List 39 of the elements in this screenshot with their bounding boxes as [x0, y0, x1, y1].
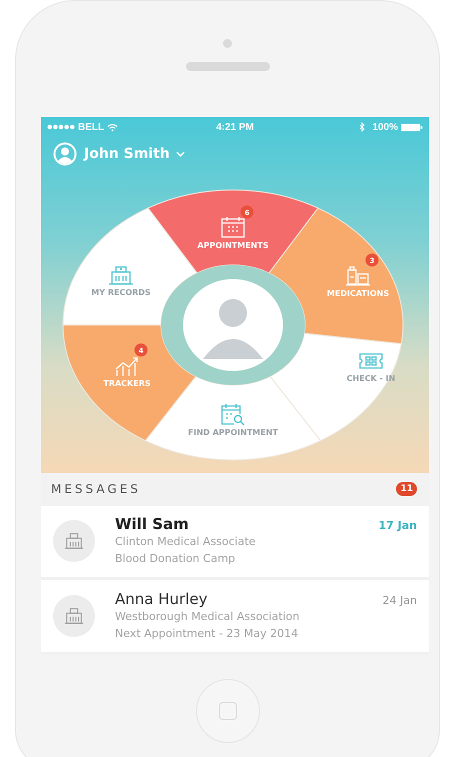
organization-name: Clinton Medical Associate	[115, 534, 257, 550]
hospital-icon	[108, 266, 134, 285]
menu-segment[interactable]	[268, 208, 404, 344]
message-subject: Next Appointment - 23 May 2014	[115, 626, 300, 642]
sender-name: Will Sam	[115, 515, 189, 534]
section-title: MESSAGES	[51, 482, 141, 496]
medicine-icon	[345, 266, 371, 286]
camera-dot	[223, 39, 232, 48]
signal-icon	[47, 124, 75, 130]
message-date: 17 Jan	[378, 519, 417, 532]
menu-segment[interactable]	[62, 208, 198, 326]
message-subject: Blood Donation Camp	[115, 551, 236, 568]
segment-label: MEDICATIONS	[326, 289, 390, 298]
battery-icon	[400, 122, 423, 132]
calendar-icon	[221, 217, 245, 238]
carrier-name: BELL	[78, 122, 104, 132]
chart-icon	[115, 357, 138, 377]
segment-label: TRACKERS	[103, 379, 151, 388]
segment-label: MY RECORDS	[91, 288, 151, 297]
status-time: 4:21 PM	[216, 122, 254, 132]
sender-name: Anna Hurley	[115, 590, 208, 608]
ticket-icon	[359, 353, 383, 369]
segment-label: APPOINTMENTS	[197, 241, 269, 250]
segment-label: FIND APPOINTMENT	[188, 428, 278, 437]
message-date: 24 Jan	[382, 594, 417, 608]
battery-percent: 100%	[372, 122, 398, 132]
message-item[interactable]: Will Sam 17 Jan Clinton Medical Associate Blood Donation Camp	[41, 506, 429, 578]
calendar-search-icon	[221, 404, 244, 426]
organization-name: Westborough Medical Association	[115, 609, 300, 626]
count-badge: 11	[396, 482, 417, 496]
bluetooth-icon	[359, 122, 366, 132]
chevron-down-icon	[176, 151, 185, 157]
message-item[interactable]: Anna Hurley 24 Jan Westborough Medical Association Next Appointment - 23 May 2014	[41, 580, 429, 652]
segment-label: CHECK - IN	[346, 374, 396, 383]
user-icon[interactable]	[53, 142, 77, 166]
menu-segment[interactable]	[148, 190, 318, 274]
hospital-icon	[53, 595, 95, 638]
hospital-icon	[53, 520, 95, 562]
wifi-icon	[107, 122, 118, 132]
